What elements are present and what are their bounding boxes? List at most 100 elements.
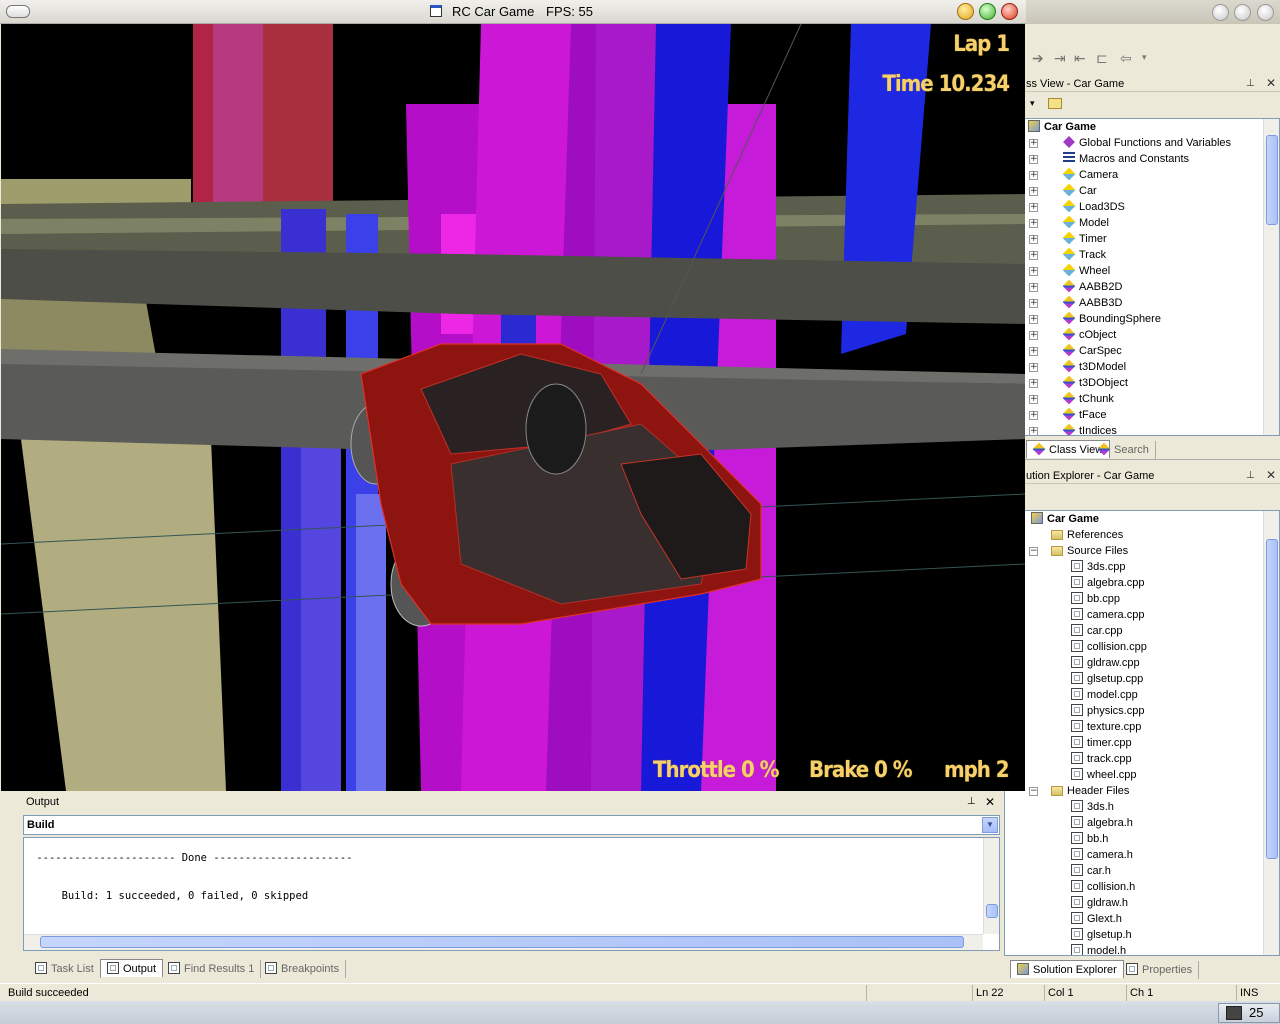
- scroll-thumb[interactable]: [1266, 135, 1278, 225]
- close-icon[interactable]: ✕: [985, 795, 995, 809]
- close-icon[interactable]: ✕: [1266, 467, 1276, 483]
- tab-breakpoints[interactable]: Breakpoints: [259, 960, 347, 978]
- expand-icon[interactable]: +: [1029, 363, 1038, 372]
- tree-item-file[interactable]: Glext.h: [1005, 911, 1279, 927]
- minimize-icon[interactable]: [1212, 4, 1229, 21]
- tree-item-file[interactable]: texture.cpp: [1005, 719, 1279, 735]
- tree-item-file[interactable]: glsetup.h: [1005, 927, 1279, 943]
- maximize-icon[interactable]: [1234, 4, 1251, 21]
- tree-item-class[interactable]: + Model: [1025, 215, 1279, 231]
- tree-item-class[interactable]: + BoundingSphere: [1025, 311, 1279, 327]
- close-icon[interactable]: [1001, 3, 1018, 20]
- expand-icon[interactable]: +: [1029, 283, 1038, 292]
- tree-item-file[interactable]: 3ds.cpp: [1005, 559, 1279, 575]
- expand-icon[interactable]: +: [1029, 315, 1038, 324]
- tree-item-file[interactable]: model.cpp: [1005, 687, 1279, 703]
- output-source-select[interactable]: Build ▼: [23, 815, 1000, 835]
- output-scrollbar-v[interactable]: [983, 838, 999, 934]
- tree-item-class[interactable]: + Load3DS: [1025, 199, 1279, 215]
- game-viewport[interactable]: Lap 1 Time 10.234 Throttle 0 % Brake 0 %…: [1, 24, 1025, 791]
- expand-icon[interactable]: +: [1029, 139, 1038, 148]
- tree-item-file[interactable]: physics.cpp: [1005, 703, 1279, 719]
- chevron-down-icon[interactable]: ▾: [1030, 98, 1035, 109]
- tree-item-class[interactable]: + Wheel: [1025, 263, 1279, 279]
- indent-icon[interactable]: ⇥: [1054, 50, 1066, 67]
- minimize-icon[interactable]: [957, 3, 974, 20]
- comment-icon[interactable]: ⊏: [1096, 50, 1108, 67]
- tree-item-class[interactable]: + tChunk: [1025, 391, 1279, 407]
- tree-item-class[interactable]: + Track: [1025, 247, 1279, 263]
- tab-output[interactable]: Output: [100, 959, 164, 977]
- tree-item-file[interactable]: car.h: [1005, 863, 1279, 879]
- output-text[interactable]: ---------------------- Done ------------…: [23, 837, 1000, 951]
- tree-item-references[interactable]: References: [1005, 527, 1279, 543]
- tree-item-class[interactable]: + AABB3D: [1025, 295, 1279, 311]
- tree-item-file[interactable]: timer.cpp: [1005, 735, 1279, 751]
- expand-icon[interactable]: +: [1029, 155, 1038, 164]
- tree-item-file[interactable]: track.cpp: [1005, 751, 1279, 767]
- expand-icon[interactable]: +: [1029, 395, 1038, 404]
- tree-item-class[interactable]: + Macros and Constants: [1025, 151, 1279, 167]
- tree-item-file[interactable]: bb.h: [1005, 831, 1279, 847]
- solution-explorer-scrollbar[interactable]: [1263, 511, 1279, 955]
- tree-item-file[interactable]: gldraw.cpp: [1005, 655, 1279, 671]
- tree-item-file[interactable]: camera.cpp: [1005, 607, 1279, 623]
- scroll-thumb[interactable]: [40, 936, 964, 948]
- expand-icon[interactable]: +: [1029, 299, 1038, 308]
- tree-item-class[interactable]: + Global Functions and Variables: [1025, 135, 1279, 151]
- tree-item-file[interactable]: camera.h: [1005, 847, 1279, 863]
- tree-item-file[interactable]: collision.h: [1005, 879, 1279, 895]
- tree-item-class[interactable]: + CarSpec: [1025, 343, 1279, 359]
- tree-folder-source-files[interactable]: − Source Files: [1005, 543, 1279, 559]
- expand-icon[interactable]: +: [1029, 251, 1038, 260]
- tab-task-list[interactable]: Task List: [29, 960, 101, 978]
- tree-item-file[interactable]: bb.cpp: [1005, 591, 1279, 607]
- expand-icon[interactable]: +: [1029, 219, 1038, 228]
- collapse-icon[interactable]: −: [1029, 547, 1038, 556]
- expand-icon[interactable]: +: [1029, 171, 1038, 180]
- tree-item-file[interactable]: wheel.cpp: [1005, 767, 1279, 783]
- tree-item-file[interactable]: collision.cpp: [1005, 639, 1279, 655]
- expand-icon[interactable]: +: [1029, 267, 1038, 276]
- scroll-thumb[interactable]: [986, 904, 998, 918]
- expand-icon[interactable]: +: [1029, 427, 1038, 435]
- class-view-scrollbar[interactable]: [1263, 119, 1279, 435]
- expand-icon[interactable]: +: [1029, 411, 1038, 420]
- close-icon[interactable]: ✕: [1266, 75, 1276, 91]
- collapse-icon[interactable]: −: [1029, 787, 1038, 796]
- tree-item-file[interactable]: car.cpp: [1005, 623, 1279, 639]
- expand-icon[interactable]: +: [1029, 331, 1038, 340]
- tree-item-file[interactable]: algebra.cpp: [1005, 575, 1279, 591]
- arrow-right-icon[interactable]: ➔: [1032, 50, 1044, 67]
- pin-icon[interactable]: ⊥: [1246, 76, 1255, 92]
- tab-find-results[interactable]: Find Results 1: [162, 960, 262, 978]
- output-scrollbar-h[interactable]: [24, 934, 983, 950]
- tree-folder-header-files[interactable]: − Header Files: [1005, 783, 1279, 799]
- tree-item-file[interactable]: algebra.h: [1005, 815, 1279, 831]
- tree-item-class[interactable]: + AABB2D: [1025, 279, 1279, 295]
- expand-icon[interactable]: +: [1029, 187, 1038, 196]
- tree-item-file[interactable]: model.h: [1005, 943, 1279, 955]
- tree-root[interactable]: Car Game: [1005, 511, 1279, 527]
- outdent-icon[interactable]: ⇤: [1074, 50, 1086, 67]
- tree-item-file[interactable]: 3ds.h: [1005, 799, 1279, 815]
- scroll-thumb[interactable]: [1266, 539, 1278, 859]
- pin-icon[interactable]: ⊥: [1246, 468, 1255, 484]
- chevron-down-icon[interactable]: ▾: [1142, 52, 1147, 63]
- expand-icon[interactable]: +: [1029, 235, 1038, 244]
- expand-icon[interactable]: +: [1029, 379, 1038, 388]
- tree-item-class[interactable]: + tIndices: [1025, 423, 1279, 435]
- tree-item-file[interactable]: glsetup.cpp: [1005, 671, 1279, 687]
- tree-root[interactable]: Car Game: [1025, 119, 1279, 135]
- uncomment-icon[interactable]: ⇦: [1120, 50, 1132, 67]
- tree-item-class[interactable]: + Timer: [1025, 231, 1279, 247]
- tree-item-class[interactable]: + tFace: [1025, 407, 1279, 423]
- tab-search[interactable]: Search: [1092, 441, 1156, 459]
- maximize-icon[interactable]: [979, 3, 996, 20]
- expand-icon[interactable]: +: [1029, 347, 1038, 356]
- tree-item-file[interactable]: gldraw.h: [1005, 895, 1279, 911]
- tree-item-class[interactable]: + Car: [1025, 183, 1279, 199]
- tray-icon[interactable]: [1226, 1006, 1242, 1020]
- tab-properties[interactable]: Properties: [1120, 961, 1200, 979]
- pin-icon[interactable]: ⊥: [967, 796, 976, 807]
